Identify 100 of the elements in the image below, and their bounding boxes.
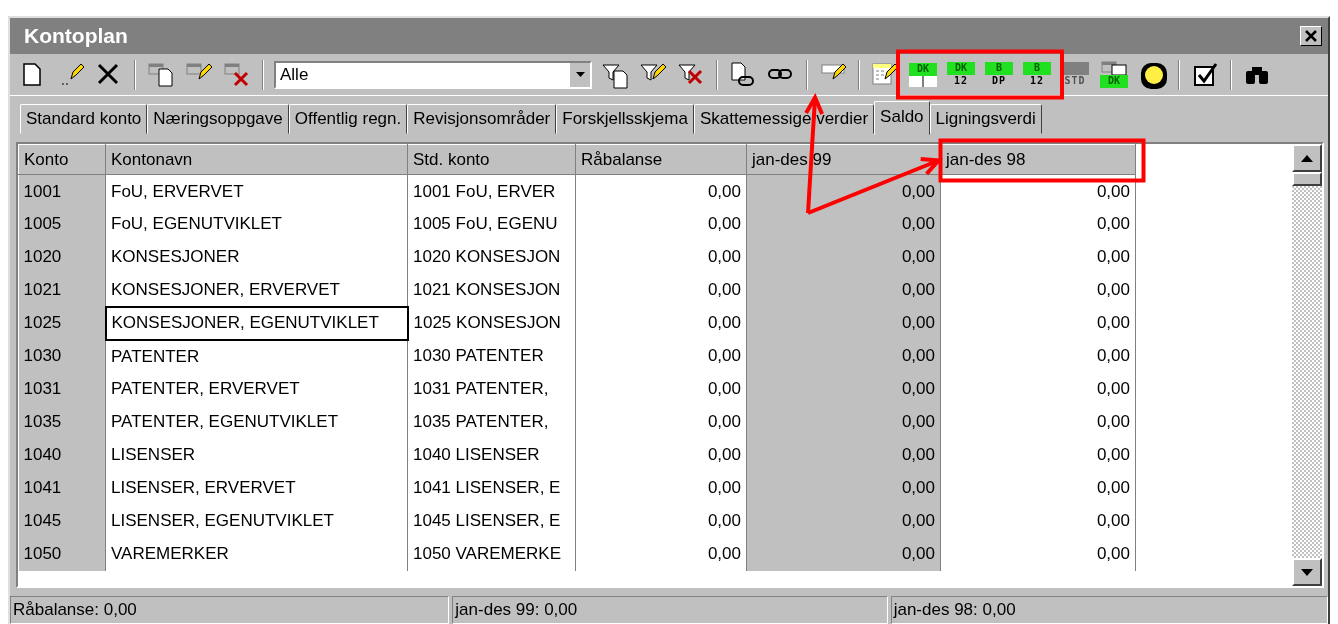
- tab[interactable]: Skattemessige verdier: [693, 104, 875, 134]
- table-cell: 1031 PATENTER,: [407, 372, 576, 406]
- table-cell: PATENTER, ERVERVET: [105, 372, 408, 406]
- column-header[interactable]: Kontonavn: [105, 144, 408, 175]
- table-cell: 0,00: [940, 372, 1136, 406]
- table-cell: FoU, ERVERVET: [105, 174, 408, 208]
- tab[interactable]: Offentlig regn.: [288, 104, 408, 134]
- table-cell: 1025: [18, 306, 106, 340]
- tab[interactable]: Næringsoppgave: [147, 104, 289, 134]
- table-cell: 0,00: [940, 339, 1136, 373]
- tab[interactable]: Forskjellsskjema: [556, 104, 694, 134]
- table-cell: 0,00: [746, 537, 941, 571]
- table-cell: FoU, EGENUTVIKLET: [105, 207, 408, 241]
- table-cell: 1001 FoU, ERVER: [407, 174, 576, 208]
- table-cell: 0,00: [940, 240, 1136, 274]
- table-cell: 0,00: [746, 273, 941, 307]
- table-cell: 0,00: [746, 405, 941, 439]
- table-cell: 1035: [18, 405, 106, 439]
- column-header[interactable]: Std. konto: [407, 144, 576, 175]
- close-icon: [1305, 30, 1317, 42]
- grid-icon: [909, 75, 937, 87]
- table-cell: 0,00: [940, 207, 1136, 241]
- delete-document-icon: [223, 60, 251, 89]
- table-cell: PATENTER, EGENUTVIKLET: [105, 405, 408, 439]
- tab[interactable]: Saldo: [874, 101, 930, 135]
- scroll-up-button[interactable]: [1292, 144, 1322, 172]
- table-cell: 0,00: [940, 438, 1136, 472]
- table-cell: 1005: [18, 207, 106, 241]
- table-cell: 1031: [18, 372, 106, 406]
- vertical-scrollbar[interactable]: [1292, 144, 1322, 586]
- table-cell: 0,00: [746, 438, 941, 472]
- table-cell: 0,00: [940, 306, 1136, 340]
- table-cell: PATENTER: [105, 339, 408, 373]
- table-cell: 0,00: [575, 537, 747, 571]
- window-title: Kontoplan: [24, 23, 128, 50]
- copy-link-icon: [729, 60, 757, 89]
- tab[interactable]: Standard konto: [20, 104, 148, 134]
- table-cell: 0,00: [575, 174, 747, 208]
- table-cell: 0,00: [746, 240, 941, 274]
- table-cell: 1041 LISENSER, E: [407, 471, 576, 505]
- column-header[interactable]: jan-des 99: [746, 144, 941, 175]
- table-cell: 0,00: [746, 372, 941, 406]
- dropdown-button[interactable]: [570, 62, 590, 87]
- table-cell: 1021 KONSESJON: [407, 273, 576, 307]
- table-cell: 1030: [18, 339, 106, 373]
- scroll-down-button[interactable]: [1292, 558, 1322, 586]
- table-cell: 0,00: [575, 273, 747, 307]
- table-cell: 0,00: [940, 273, 1136, 307]
- table-cell: 0,00: [575, 240, 747, 274]
- table-cell: 0,00: [746, 306, 941, 340]
- down-arrow-icon: [1301, 568, 1313, 576]
- table-cell: 1005 FoU, EGENU: [407, 207, 576, 241]
- table-cell: 0,00: [940, 504, 1136, 538]
- table-cell: 1035 PATENTER,: [407, 405, 576, 439]
- table-cell: LISENSER, EGENUTVIKLET: [105, 504, 408, 538]
- table-cell: 0,00: [575, 405, 747, 439]
- table-cell: 0,00: [940, 405, 1136, 439]
- column-header[interactable]: jan-des 98: [940, 144, 1136, 175]
- table-cell: 0,00: [575, 504, 747, 538]
- copy-document-icon: [147, 60, 175, 89]
- table-cell: 0,00: [746, 339, 941, 373]
- filter-dropdown[interactable]: Alle: [274, 60, 592, 89]
- toolbar-button[interactable]: DK: [904, 59, 942, 90]
- table-cell: 0,00: [575, 471, 747, 505]
- table-cell: 1041: [18, 471, 106, 505]
- table-cell: 1021: [18, 273, 106, 307]
- tab[interactable]: Revisjonsområder: [407, 104, 557, 134]
- table-cell: 0,00: [746, 504, 941, 538]
- table-cell: KONSESJONER: [105, 240, 408, 274]
- toolbar-button[interactable]: B DP: [980, 59, 1018, 90]
- table-cell: 1020: [18, 240, 106, 274]
- scroll-thumb[interactable]: [1292, 172, 1322, 186]
- table-cell: 1025 KONSESJON: [407, 306, 576, 340]
- table-cell: 1040: [18, 438, 106, 472]
- table-cell: LISENSER: [105, 438, 408, 472]
- up-arrow-icon: [1301, 154, 1313, 162]
- table-cell: 0,00: [940, 174, 1136, 208]
- table-cell: 1020 KONSESJON: [407, 240, 576, 274]
- table-cell: 1030 PATENTER: [407, 339, 576, 373]
- column-header[interactable]: Råbalanse: [575, 144, 747, 175]
- table-cell: 0,00: [575, 339, 747, 373]
- table-cell: LISENSER, ERVERVET: [105, 471, 408, 505]
- status-pane: jan-des 99: 0,00: [452, 596, 888, 624]
- tab[interactable]: Ligningsverdi: [929, 104, 1042, 134]
- caret-icon: [575, 72, 585, 77]
- toolbar-button[interactable]: DK: [1094, 57, 1134, 92]
- table-cell: 1050: [18, 537, 106, 571]
- column-header[interactable]: Konto: [18, 144, 106, 175]
- table-cell: 0,00: [746, 207, 941, 241]
- table-cell: 1045: [18, 504, 106, 538]
- toolbar-button[interactable]: B 12: [1018, 59, 1056, 90]
- close-button[interactable]: [1300, 26, 1322, 46]
- table-cell: 1050 VAREMERKE: [407, 537, 576, 571]
- table-cell: 0,00: [575, 372, 747, 406]
- table-cell: 0,00: [746, 471, 941, 505]
- toolbar-button[interactable]: DK 12: [942, 59, 980, 90]
- document-icon: [1100, 61, 1128, 75]
- table-cell: 0,00: [575, 207, 747, 241]
- table-cell: 0,00: [940, 471, 1136, 505]
- table-cell: 1040 LISENSER: [407, 438, 576, 472]
